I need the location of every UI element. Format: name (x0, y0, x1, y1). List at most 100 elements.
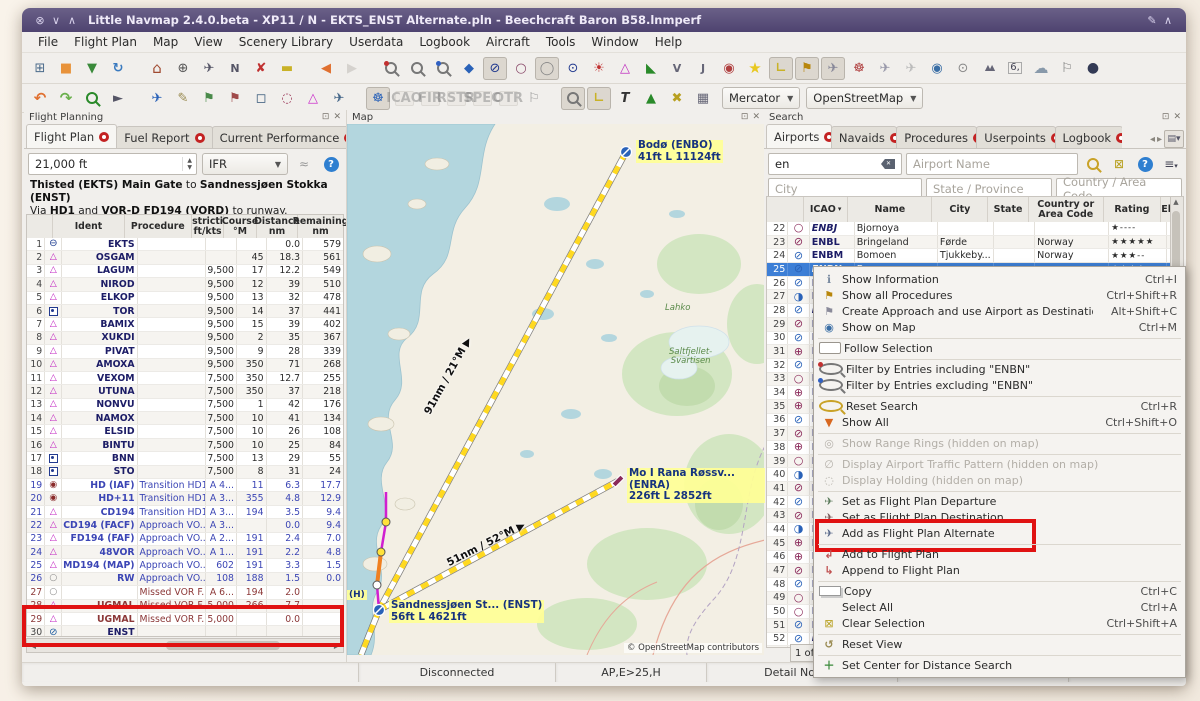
overlay-text-button[interactable]: T (613, 87, 637, 110)
flight-rules-select[interactable]: IFR▼ (202, 153, 288, 175)
search-zoom-button[interactable] (405, 57, 429, 80)
column-name[interactable]: Name (848, 197, 932, 223)
context-menu-item[interactable]: ↳ Append to Flight Plan (814, 562, 1185, 578)
overlay-route-button[interactable]: ∟ (587, 87, 611, 110)
show-highlight-star-button[interactable]: ★ (743, 57, 767, 80)
reload-flight-plan-button[interactable]: ↻ (106, 57, 130, 80)
route-departure-button[interactable]: ⚑ (197, 87, 221, 110)
tab[interactable]: Userpoints (976, 126, 1055, 148)
toolbar-button[interactable] (366, 57, 377, 80)
show-weather-button[interactable]: ☁ (1029, 57, 1053, 80)
tab[interactable]: Flight Plan (26, 124, 117, 148)
route-add-ndb-button[interactable]: ◌ (275, 87, 299, 110)
center-flight-plan-button[interactable]: ⊕ (171, 57, 195, 80)
context-menu-item[interactable]: ✈ Add as Flight Plan Alternate (814, 525, 1185, 541)
map-back-button[interactable]: ◀ (314, 57, 338, 80)
close-dock-icon[interactable]: ✕ (333, 112, 341, 122)
context-menu-item[interactable]: ℹ Show Information Ctrl+I (814, 271, 1185, 287)
tab[interactable]: Procedures (896, 126, 977, 148)
context-menu-item[interactable]: ◎ Show Range Rings (hidden on map) (814, 435, 1185, 451)
column-rating[interactable]: Rating (1104, 197, 1162, 223)
toolbar-button[interactable] (132, 57, 143, 80)
column-city[interactable]: City (932, 197, 988, 223)
save-flight-plan-button[interactable]: ▼ (80, 57, 104, 80)
overlay-marker-button[interactable]: ✖ (665, 87, 689, 110)
undo-button[interactable]: ↶ (28, 87, 52, 110)
show-ndb-ring-button[interactable]: ☀ (587, 57, 611, 80)
column-country[interactable]: Country or Area Code (1029, 197, 1104, 223)
flight-plan-row[interactable]: 29 UGMAL Missed VOR F... 5,000 0.0 (27, 613, 343, 626)
ident-search-input[interactable]: en (768, 153, 902, 175)
menu-item[interactable]: View (186, 34, 230, 50)
tab[interactable]: Current Performance (212, 126, 363, 148)
context-menu-item[interactable]: Filter by Entries including "ENBN" (814, 361, 1185, 377)
tab-scroll-right-icon[interactable]: ▸ (1157, 134, 1162, 145)
context-menu-item[interactable]: ↺ Reset View (814, 636, 1185, 652)
context-menu-item[interactable]: ✈ Set as Flight Plan Destination (814, 509, 1185, 525)
float-dock-icon[interactable]: ⊡ (322, 112, 330, 122)
airport-row[interactable]: 23 ENBL Bringeland Førde Norway ★★★★★ (767, 236, 1171, 250)
airspace-icao-button[interactable]: ICAO (392, 87, 416, 110)
clear-text-icon[interactable] (881, 159, 895, 169)
clear-selection-button[interactable]: ⊠ (1108, 154, 1130, 174)
flight-plan-row[interactable]: 9 PIVAT 9,500 9 28 339 (27, 345, 343, 358)
tab[interactable]: Fuel Report (116, 126, 212, 148)
show-waypoint-triangle-button[interactable]: △ (613, 57, 637, 80)
show-procedures-button[interactable]: ⚑ (795, 57, 819, 80)
edit-userpoint-button[interactable]: ✎ (171, 87, 195, 110)
context-menu-item[interactable]: ↲ Add to Flight Plan (814, 546, 1185, 562)
flight-plan-row[interactable]: 11 VEXOM 7,500 350 12.7 255 (27, 372, 343, 385)
airspace-special-button[interactable]: SPEC (470, 87, 494, 110)
map-theme-select[interactable]: OpenStreetMap▼ (806, 87, 923, 109)
context-menu-item[interactable]: ◌ Display Holding (hidden on map) (814, 472, 1185, 488)
flight-plan-row[interactable]: 4 NIROD 9,500 12 39 510 (27, 278, 343, 291)
toolbar-button[interactable] (132, 87, 143, 110)
flight-plan-row[interactable]: 15 ELSID 7,500 10 26 108 (27, 425, 343, 438)
search-zoom-out-button[interactable] (431, 57, 455, 80)
flight-plan-row[interactable]: 2 OSGAM 45 18.3 561 (27, 251, 343, 264)
center-aircraft-button[interactable]: ✈ (197, 57, 221, 80)
show-route-button[interactable]: ∟ (769, 57, 793, 80)
route-add-waypoint-button[interactable]: △ (301, 87, 325, 110)
help-button[interactable]: ? (1134, 154, 1156, 174)
map-airport-label-enst[interactable]: Sandnessjøen St... (ENST) 56ft L 4621ft (389, 600, 544, 623)
close-window-icon[interactable]: ⊗ (32, 14, 48, 27)
show-windsock-button[interactable]: ⚐ (1055, 57, 1079, 80)
flight-plan-row[interactable]: 1 EKTS 0.0 579 (27, 238, 343, 251)
redo-button[interactable]: ↷ (54, 87, 78, 110)
measure-distance-button[interactable]: ▬ (275, 57, 299, 80)
map-airport-label-enbo[interactable]: Bodø (ENBO) 41ft L 11124ft (636, 140, 723, 163)
tab-list-icon[interactable]: ▤▾ (1164, 130, 1184, 148)
show-victor-airways-button[interactable]: V (665, 57, 689, 80)
close-dock-icon[interactable]: ✕ (752, 112, 760, 122)
flight-plan-hscrollbar[interactable]: ◀ ▶ (26, 638, 344, 653)
context-menu-item[interactable]: ⊠ Clear Selection Ctrl+Shift+A (814, 615, 1185, 631)
airport-row[interactable]: 22 ENBJ Bjornoya ★---- (767, 222, 1171, 236)
flight-plan-row[interactable]: 6 TOR 9,500 14 37 441 (27, 305, 343, 318)
show-msa-button[interactable]: ◉ (717, 57, 741, 80)
show-waypoints-button[interactable]: ◯ (535, 57, 559, 80)
flight-plan-row[interactable]: 27 Missed VOR F... A 6... 194 2.0 (27, 586, 343, 599)
show-online-aircraft-button[interactable]: ✈ (899, 57, 923, 80)
show-sun-shading-button[interactable]: ⊙ (951, 57, 975, 80)
menu-item[interactable]: Logbook (411, 34, 478, 50)
toolbar-button[interactable] (548, 87, 559, 110)
show-mora-button[interactable]: ▲▲ (977, 57, 1001, 80)
scroll-left-icon[interactable]: ◀ (27, 641, 39, 650)
flight-plan-row[interactable]: 12 UTUNA 7,500 350 37 218 (27, 385, 343, 398)
map-canvas[interactable]: Bodø (ENBO) 41ft L 11124ft Mo I Rana Røs… (347, 124, 765, 655)
overlay-terrain-button[interactable]: ▲ (639, 87, 663, 110)
remove-highlights-button[interactable]: ✘ (249, 57, 273, 80)
context-menu-item[interactable]: ＋ Set Center for Distance Search (814, 657, 1185, 673)
menu-item[interactable]: Flight Plan (66, 34, 145, 50)
context-menu-item[interactable]: ⚑ Show all Procedures Ctrl+Shift+R (814, 287, 1185, 303)
map-forward-button[interactable]: ▶ (340, 57, 364, 80)
column-state[interactable]: State (988, 197, 1029, 223)
show-vor-button[interactable]: ⊘ (483, 57, 507, 80)
night-mode-button[interactable]: ● (1081, 57, 1105, 80)
context-menu-item[interactable]: Reset Search Ctrl+R (814, 398, 1185, 414)
menu-item[interactable]: Help (647, 34, 690, 50)
float-dock-icon[interactable]: ⊡ (1162, 112, 1170, 122)
scroll-up-icon[interactable]: ▲ (1171, 198, 1181, 206)
menu-item[interactable]: File (30, 34, 66, 50)
